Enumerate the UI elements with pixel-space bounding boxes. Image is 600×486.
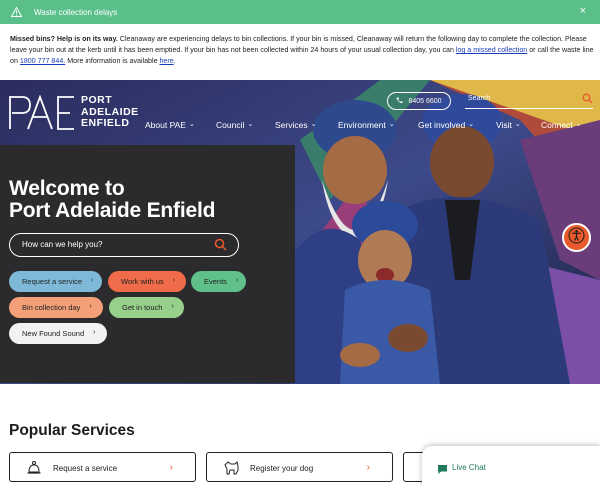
nav-label: About PAE [145,120,186,130]
chevron-down-icon: ⌄ [310,121,317,128]
pill-get-in-touch[interactable]: Get in touch › [109,297,184,318]
missed-collection-link[interactable]: log a missed collection [456,46,527,54]
logo-line: PORT [81,94,113,106]
pill-label: Request a service [22,277,83,286]
chevron-right-icon: › [93,329,96,336]
phone-button[interactable]: 8405 6600 [387,92,451,110]
service-card-register-dog[interactable]: Register your dog › [206,452,393,482]
logo-text: PORT ADELAIDE ENFIELD [81,94,139,130]
pill-label: Events [204,277,227,286]
logo-line: ENFIELD [81,117,130,129]
chevron-down-icon: ⌄ [188,121,195,128]
chat-bubble-icon [437,462,448,480]
help-search-placeholder: How can we help you? [22,240,103,249]
notice-text: More information is available [65,57,160,65]
nav-label: Visit [496,120,512,130]
nav-get-involved[interactable]: Get involved ⌄ [418,120,474,130]
nav-environment[interactable]: Environment ⌄ [338,120,395,130]
service-card-label: Register your dog [250,464,314,473]
hero-title-line1: Welcome to [9,177,125,200]
nav-visit[interactable]: Visit ⌄ [496,120,521,130]
phone-number: 8405 6600 [408,97,442,105]
pill-label: Bin collection day [22,303,81,312]
more-info-link[interactable]: here [159,57,173,65]
pill-new-found-sound[interactable]: New Found Sound › [9,323,107,344]
close-icon[interactable]: × [580,6,586,17]
dog-icon [223,460,241,478]
chevron-right-icon: › [89,303,92,310]
hero-title-line2: Port Adelaide Enfield [9,199,216,222]
chevron-right-icon: › [366,462,370,473]
accessibility-icon [568,227,585,249]
request-bell-icon [26,460,42,478]
nav-council[interactable]: Council ⌄ [216,120,253,130]
nav-label: Connect [541,120,573,130]
phone-icon [396,97,403,106]
pill-request-service[interactable]: Request a service › [9,271,102,292]
chevron-right-icon: › [172,277,176,284]
warning-triangle-icon [11,7,22,18]
live-chat-label: Live Chat [452,463,486,472]
notice-text: . [173,57,176,65]
chevron-down-icon: ⌄ [575,121,582,128]
header-search-placeholder: Search [468,95,491,102]
search-icon[interactable] [582,93,593,106]
header-search-input[interactable]: Search [465,92,593,109]
pill-label: New Found Sound [22,329,85,338]
live-chat-widget[interactable]: Live Chat [422,446,600,486]
waste-line-link[interactable]: 1800 777 844. [20,57,65,65]
missed-bins-notice: Missed bins? Help is on its way. Cleanaw… [10,34,595,67]
pill-bin-collection-day[interactable]: Bin collection day › [9,297,103,318]
chevron-right-icon: › [91,277,94,284]
hero-title: Welcome to Port Adelaide Enfield [9,178,215,222]
chevron-right-icon: › [171,303,174,310]
nav-label: Environment [338,120,386,130]
help-search-input[interactable]: How can we help you? [9,233,239,257]
popular-services-title: Popular Services [9,422,135,439]
accessibility-button[interactable] [562,223,591,252]
nav-label: Get involved [418,120,466,130]
alert-bar: Waste collection delays × [0,0,600,24]
chevron-right-icon: › [169,462,173,473]
chevron-down-icon: ⌄ [514,121,521,128]
chevron-down-icon: ⌄ [247,121,254,128]
nav-services[interactable]: Services ⌄ [275,120,316,130]
pill-label: Work with us [121,277,164,286]
pae-logo[interactable] [8,95,78,131]
chevron-down-icon: ⌄ [388,121,395,128]
chevron-down-icon: ⌄ [468,121,475,128]
service-card-label: Request a service [53,464,118,473]
pill-label: Get in touch [122,303,163,312]
pill-events[interactable]: Events › [191,271,246,292]
search-icon[interactable] [214,238,227,253]
nav-about-pae[interactable]: About PAE ⌄ [145,120,195,130]
notice-heading: Missed bins? Help is on its way. [10,35,118,43]
nav-label: Services [275,120,308,130]
service-card-request[interactable]: Request a service › [9,452,196,482]
pill-work-with-us[interactable]: Work with us › [108,271,186,292]
welcome-panel: Welcome to Port Adelaide Enfield How can… [0,145,295,383]
chevron-right-icon: › [235,277,239,284]
nav-label: Council [216,120,245,130]
alert-title: Waste collection delays [34,7,118,17]
nav-connect[interactable]: Connect ⌄ [541,120,582,130]
